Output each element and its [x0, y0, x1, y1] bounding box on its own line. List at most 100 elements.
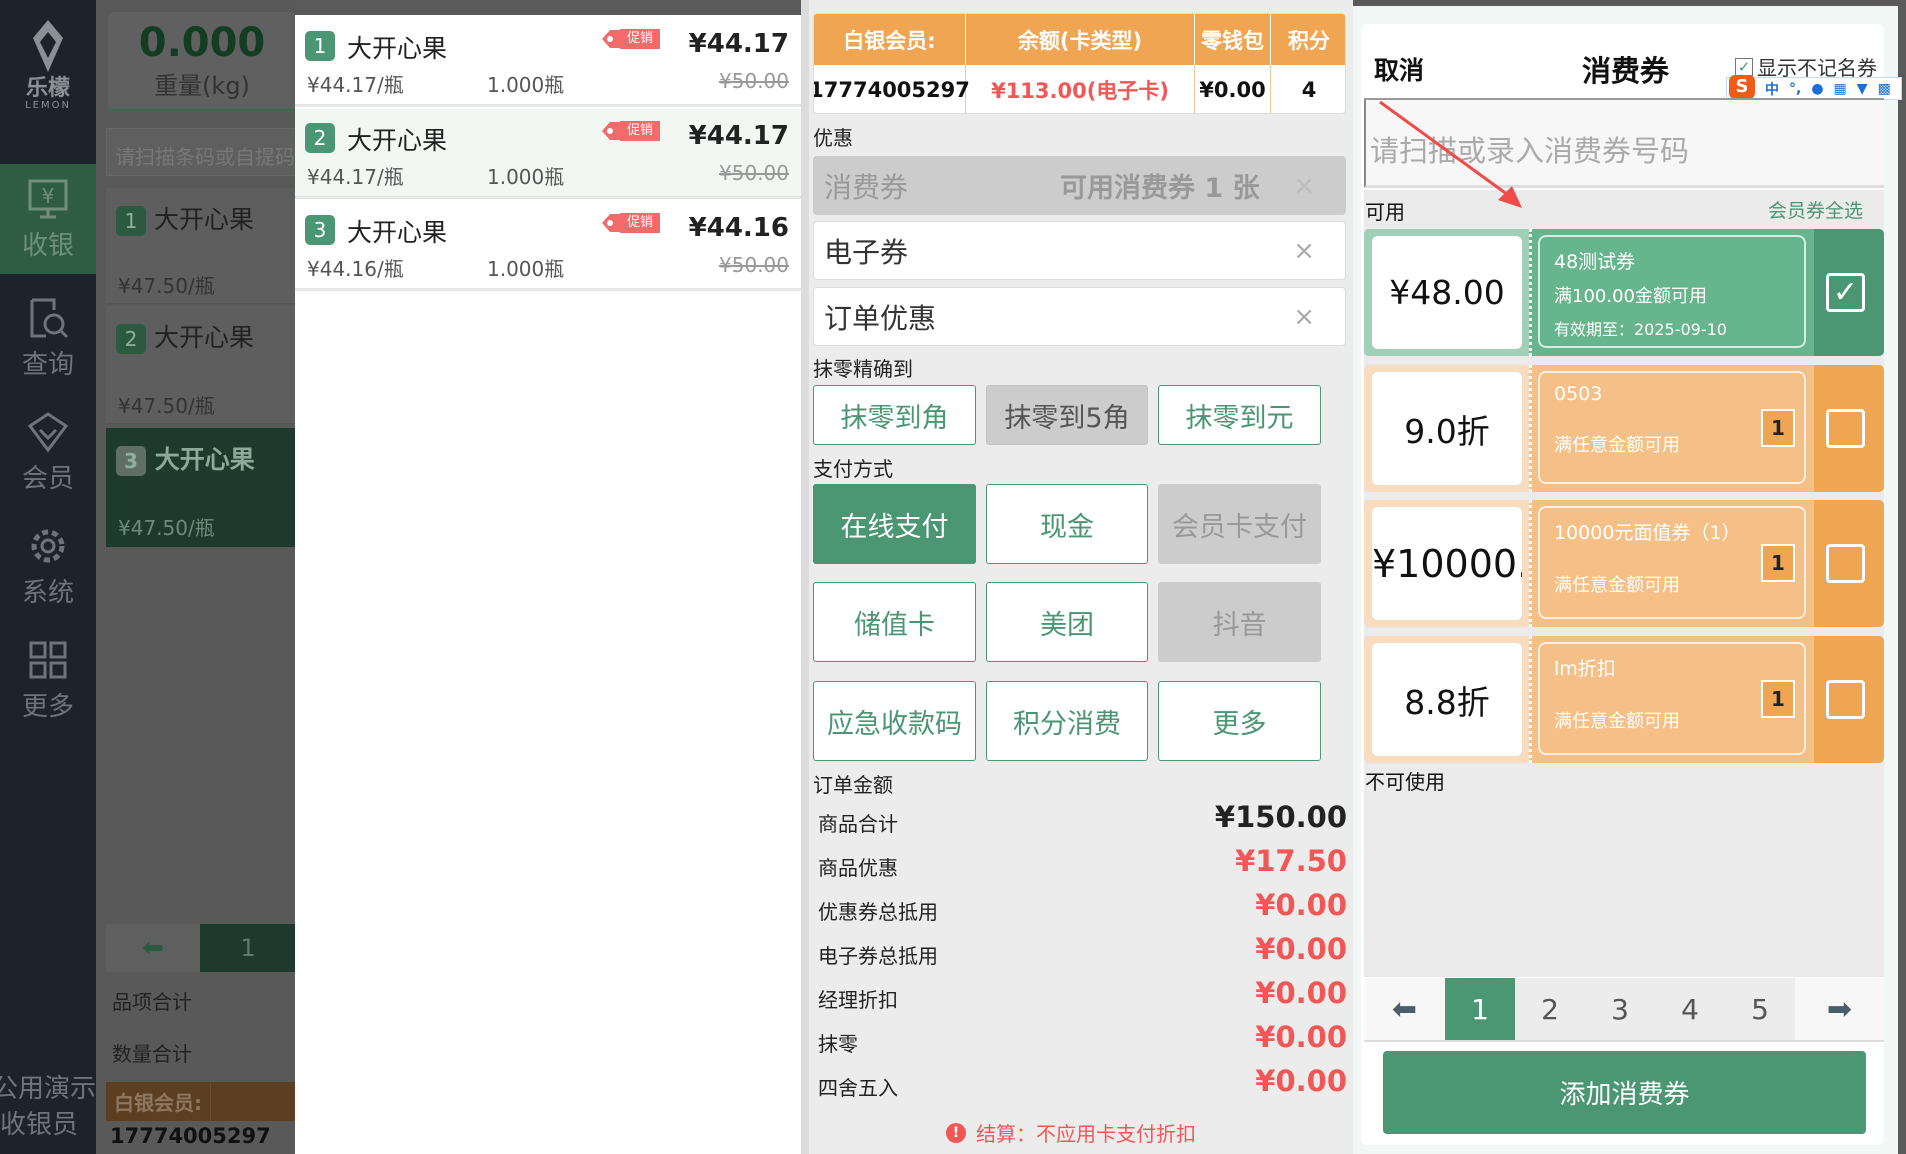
- product-card[interactable]: 1 大开心果 ¥47.50/瓶: [106, 188, 296, 304]
- checkbox-unchecked-icon[interactable]: [1826, 409, 1865, 448]
- meituan-button[interactable]: 美团: [986, 582, 1148, 662]
- checkbox-checked-icon[interactable]: ✓: [1826, 273, 1865, 312]
- diamond-icon: [27, 411, 69, 452]
- unavailable-label: 不可使用: [1365, 770, 1445, 794]
- weight-display: 0.000 重量(kg): [108, 12, 296, 112]
- round-to-jiao-button[interactable]: 抹零到角: [813, 385, 976, 445]
- coupon-condition: 满任意金额可用: [1554, 711, 1680, 732]
- weight-label: 重量(kg): [154, 72, 250, 100]
- checkbox-checked-icon[interactable]: ✓: [1735, 57, 1753, 76]
- cart-unit-price: ¥44.17/瓶: [307, 73, 404, 97]
- round-to-yuan-button[interactable]: 抹零到元: [1158, 385, 1321, 445]
- stored-value-card-button[interactable]: 储值卡: [813, 582, 976, 662]
- discount-section-label: 优惠: [813, 126, 853, 150]
- sidebar: 乐檬 LEMON ¥ 收银 查询 会员 系统 更多 公用演示2 收银员: [0, 0, 113, 1154]
- sidebar-item-more[interactable]: 更多: [0, 634, 96, 726]
- cart-index-badge: 1: [305, 31, 335, 61]
- cart-original-price: ¥50.00: [719, 161, 789, 185]
- cart-original-price: ¥50.00: [719, 69, 789, 93]
- skin-shirt-icon[interactable]: ▼: [1857, 81, 1868, 97]
- online-pay-button[interactable]: 在线支付: [813, 484, 976, 564]
- emergency-qr-button[interactable]: 应急收款码: [813, 681, 976, 761]
- arrow-left-icon: ⬅: [1391, 991, 1418, 1027]
- sidebar-item-label: 系统: [21, 577, 74, 608]
- available-label: 可用: [1365, 200, 1405, 224]
- prev-page-button[interactable]: ⬅: [106, 924, 200, 972]
- keyboard-icon[interactable]: ▦: [1834, 81, 1847, 97]
- page-button[interactable]: 3: [1585, 978, 1655, 1040]
- round-to-5jiao-button[interactable]: 抹零到5角: [986, 385, 1148, 445]
- toolbox-icon[interactable]: ▩: [1878, 81, 1891, 97]
- sidebar-item-member[interactable]: 会员: [0, 406, 96, 498]
- ime-mode[interactable]: 中: [1765, 79, 1779, 99]
- page-button[interactable]: 4: [1655, 978, 1725, 1040]
- punctuation-icon[interactable]: °,: [1789, 81, 1801, 97]
- ecoupon-row[interactable]: 电子券 ×: [813, 221, 1346, 280]
- douyin-button[interactable]: 抖音: [1158, 582, 1321, 662]
- product-price: ¥47.50/瓶: [118, 274, 215, 298]
- sidebar-item-cashier[interactable]: ¥ 收银: [0, 164, 96, 274]
- page-button[interactable]: 2: [1515, 978, 1585, 1040]
- voucher-available-count: 可用消费券 1 张: [1060, 173, 1260, 204]
- sidebar-item-label: 会员: [21, 463, 74, 494]
- barcode-search-input[interactable]: 请扫描条码或自提码: [106, 128, 296, 176]
- summary-value: ¥17.50: [1235, 844, 1347, 878]
- lemon-logo-icon: [33, 20, 63, 72]
- cash-button[interactable]: 现金: [986, 484, 1148, 564]
- points-header: 积分: [1271, 14, 1345, 65]
- coupon-card[interactable]: ¥48.00 48测试券 满100.00金额可用 有效期至：2025-09-10…: [1364, 229, 1884, 356]
- arrow-right-icon: ➡: [1826, 991, 1853, 1027]
- microphone-icon[interactable]: ●: [1811, 81, 1823, 97]
- balance-header: 余额(卡类型): [966, 14, 1195, 65]
- sidebar-item-system[interactable]: 系统: [0, 520, 96, 612]
- grid-icon: [29, 641, 67, 678]
- add-voucher-button[interactable]: 添加消费券: [1383, 1051, 1866, 1134]
- cart-item-name: 大开心果: [347, 218, 448, 247]
- page-button[interactable]: 1: [1445, 978, 1515, 1040]
- ime-toolbar[interactable]: S 中 °, ● ▦ ▼ ▩: [1726, 74, 1902, 100]
- coupon-card[interactable]: 9.0折 0503 满任意金额可用 1: [1364, 365, 1884, 492]
- page-number[interactable]: 1: [200, 924, 296, 972]
- close-icon[interactable]: ×: [1293, 236, 1315, 266]
- cart-item-price: ¥44.17: [688, 121, 789, 151]
- select-all-member-coupons-link[interactable]: 会员券全选: [1768, 196, 1863, 223]
- cart-row[interactable]: 2 大开心果 促销 ¥44.17 ¥44.17/瓶 1.000瓶 ¥50.00: [295, 109, 801, 199]
- product-card-selected[interactable]: 3 大开心果 ¥47.50/瓶: [106, 428, 296, 548]
- coupon-qty[interactable]: 1: [1761, 680, 1795, 718]
- more-payment-button[interactable]: 更多: [1158, 681, 1321, 761]
- summary-label: 经理折扣: [818, 988, 898, 1012]
- coupon-condition: 满任意金额可用: [1554, 575, 1680, 596]
- close-icon[interactable]: ×: [1293, 302, 1315, 332]
- arrow-left-icon: ⬅: [142, 933, 164, 963]
- member-card-pay-button[interactable]: 会员卡支付: [1158, 484, 1321, 564]
- checkbox-unchecked-icon[interactable]: [1826, 680, 1865, 719]
- product-index-badge: 2: [116, 324, 146, 354]
- cart-row[interactable]: 3 大开心果 促销 ¥44.16 ¥44.16/瓶 1.000瓶 ¥50.00: [295, 201, 801, 291]
- sidebar-item-query[interactable]: 查询: [0, 292, 96, 384]
- product-price: ¥47.50/瓶: [118, 516, 215, 540]
- summary-value: ¥150.00: [1214, 800, 1347, 834]
- coupon-qty[interactable]: 1: [1761, 409, 1795, 447]
- checkbox-unchecked-icon[interactable]: [1826, 544, 1865, 583]
- summary-label: 抹零: [818, 1032, 858, 1056]
- summary-value: ¥0.00: [1255, 1020, 1347, 1054]
- coupon-name: 48测试券: [1554, 251, 1636, 273]
- coupon-qty[interactable]: 1: [1761, 544, 1795, 582]
- coupon-value: 8.8折: [1372, 643, 1522, 756]
- cart-row[interactable]: 1 大开心果 促销 ¥44.17 ¥44.17/瓶 1.000瓶 ¥50.00: [295, 17, 801, 107]
- prev-page-button[interactable]: ⬅: [1364, 978, 1445, 1040]
- coupon-name: 10000元面值券（1）: [1554, 522, 1741, 544]
- promo-tag-label: 促销: [620, 213, 660, 233]
- page-button[interactable]: 5: [1725, 978, 1795, 1040]
- coupon-card[interactable]: 8.8折 lm折扣 满任意金额可用 1: [1364, 636, 1884, 763]
- points-pay-button[interactable]: 积分消费: [986, 681, 1148, 761]
- order-discount-row[interactable]: 订单优惠 ×: [813, 287, 1346, 346]
- next-page-button[interactable]: ➡: [1795, 978, 1884, 1040]
- product-card[interactable]: 2 大开心果 ¥47.50/瓶: [106, 306, 296, 424]
- cancel-button[interactable]: 取消: [1374, 51, 1424, 87]
- voucher-row[interactable]: 消费券 可用消费券 1 张 ×: [813, 156, 1346, 215]
- cart-unit-price: ¥44.16/瓶: [307, 257, 404, 281]
- close-icon[interactable]: ×: [1293, 171, 1315, 201]
- coupon-card[interactable]: ¥10000.00 10000元面值券（1） 满任意金额可用 1: [1364, 500, 1884, 627]
- coupon-value: ¥48.00: [1372, 236, 1522, 349]
